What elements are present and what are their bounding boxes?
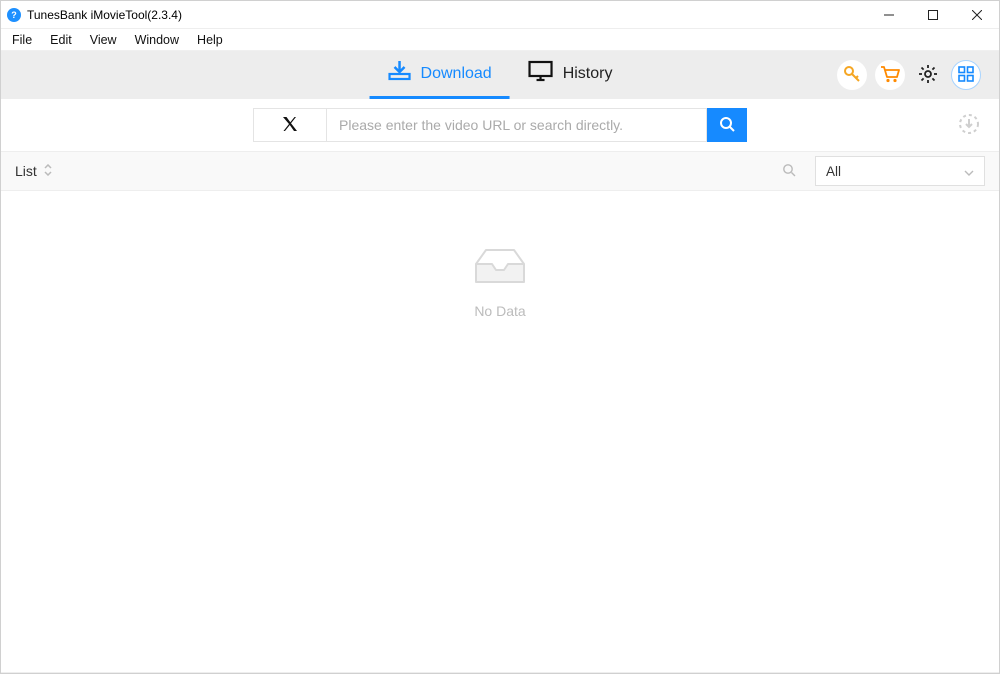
- menu-view[interactable]: View: [81, 31, 126, 49]
- inbox-icon: [472, 246, 528, 289]
- window-controls: [867, 1, 999, 29]
- list-label-text: List: [15, 163, 37, 179]
- list-header: List All: [1, 151, 999, 191]
- empty-text: No Data: [474, 303, 525, 319]
- divider: [1, 672, 999, 673]
- tab-history[interactable]: History: [510, 51, 631, 99]
- cart-button[interactable]: [875, 60, 905, 90]
- filter-value: All: [826, 164, 841, 179]
- menu-window[interactable]: Window: [126, 31, 188, 49]
- gear-icon: [918, 64, 938, 87]
- download-icon: [388, 60, 412, 87]
- search-icon: [719, 116, 735, 135]
- menu-help[interactable]: Help: [188, 31, 232, 49]
- filter-select[interactable]: All: [815, 156, 985, 186]
- tabbar: Download History: [1, 51, 999, 99]
- list-header-right: All: [781, 156, 985, 186]
- monitor-icon: [528, 60, 554, 87]
- maximize-button[interactable]: [911, 1, 955, 29]
- settings-button[interactable]: [913, 60, 943, 90]
- download-status-button[interactable]: [957, 113, 981, 137]
- source-selector[interactable]: [253, 108, 327, 142]
- sort-icon: [43, 163, 53, 179]
- tab-download-label: Download: [421, 65, 492, 83]
- close-button[interactable]: [955, 1, 999, 29]
- search-button[interactable]: [707, 108, 747, 142]
- grid-icon: [958, 66, 974, 85]
- tabbar-center: Download History: [370, 51, 631, 99]
- content-body: No Data: [1, 191, 999, 672]
- minimize-button[interactable]: [867, 1, 911, 29]
- window-title: TunesBank iMovieTool(2.3.4): [27, 8, 182, 22]
- menu-edit[interactable]: Edit: [41, 31, 81, 49]
- list-sort-toggle[interactable]: List: [15, 163, 53, 179]
- download-progress-icon: [958, 113, 980, 138]
- app-icon: ?: [7, 8, 21, 22]
- key-icon: [843, 65, 861, 86]
- search-input[interactable]: [327, 108, 707, 142]
- x-logo-icon: [282, 116, 298, 135]
- search-icon: [782, 163, 796, 180]
- search-group: [253, 108, 747, 142]
- apps-button[interactable]: [951, 60, 981, 90]
- cart-icon: [880, 65, 900, 86]
- chevron-down-icon: [964, 164, 974, 179]
- empty-state: No Data: [472, 246, 528, 319]
- search-area: [1, 99, 999, 151]
- tabbar-right: [837, 60, 999, 90]
- key-button[interactable]: [837, 60, 867, 90]
- menubar: File Edit View Window Help: [1, 29, 999, 51]
- list-search-button[interactable]: [781, 163, 797, 179]
- window-titlebar: ? TunesBank iMovieTool(2.3.4): [1, 1, 999, 29]
- tab-download[interactable]: Download: [370, 51, 510, 99]
- menu-file[interactable]: File: [3, 31, 41, 49]
- tab-history-label: History: [563, 65, 613, 83]
- titlebar-left: ? TunesBank iMovieTool(2.3.4): [7, 8, 182, 22]
